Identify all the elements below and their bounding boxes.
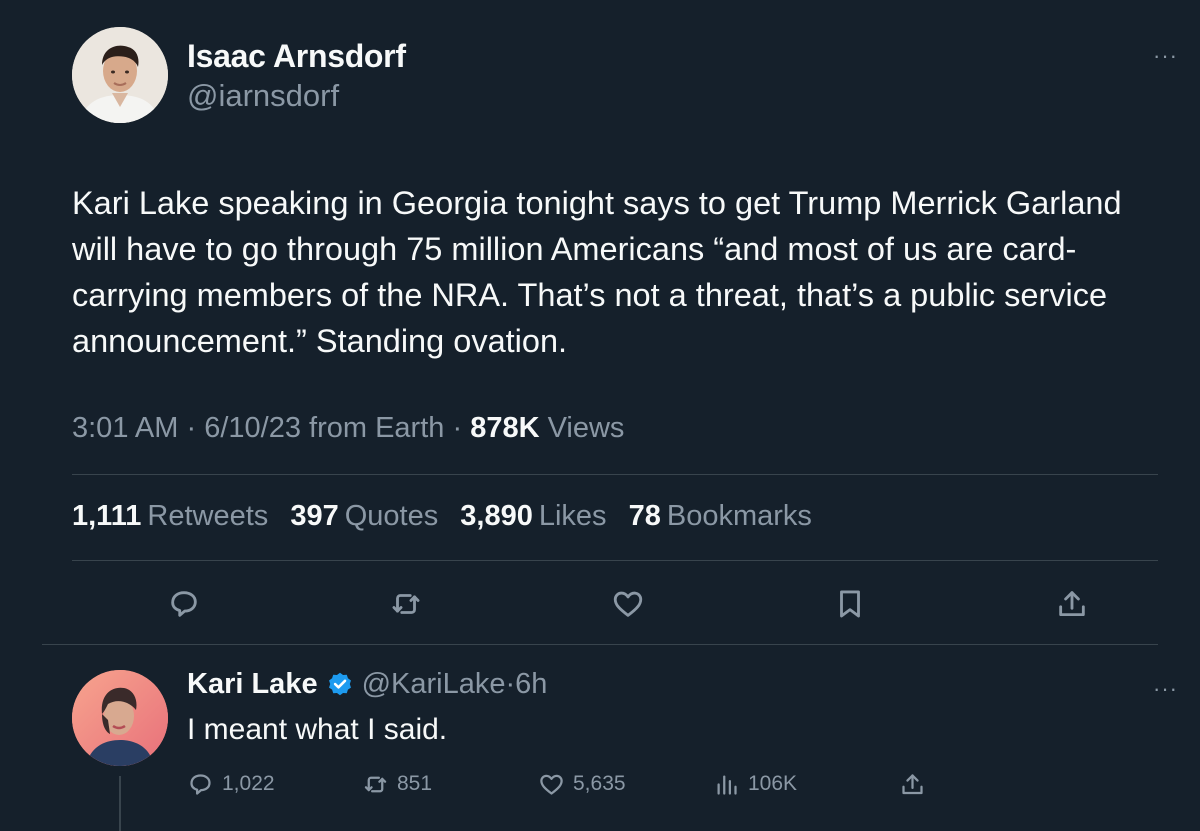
quotes-count: 397 — [290, 500, 339, 532]
bookmark-icon — [840, 590, 860, 618]
share-icon — [1059, 591, 1085, 617]
retweet-icon — [392, 594, 420, 614]
reply-header: Kari Lake @KariLake · 6h — [187, 668, 547, 701]
quotes-stat[interactable]: 397 Quotes — [290, 500, 438, 532]
tweet-text: Kari Lake speaking in Georgia tonight sa… — [72, 185, 1122, 359]
reply-icon — [190, 773, 211, 795]
more-options-icon[interactable]: ··· — [1153, 45, 1178, 67]
tweet-detail-view: Isaac Arnsdorf @iarnsdorf ··· Kari Lake … — [0, 0, 1200, 831]
meta-separator: · — [186, 412, 197, 444]
tweet-date[interactable]: 6/10/23 — [204, 412, 301, 444]
reply-views-button[interactable]: 106K — [713, 766, 797, 802]
like-icon — [540, 774, 563, 795]
reply-likes-count: 5,635 — [573, 772, 626, 795]
retweet-button[interactable] — [386, 584, 426, 624]
retweets-count: 1,111 — [72, 500, 142, 532]
bookmarks-count: 78 — [628, 500, 661, 532]
retweets-label: Retweets — [147, 500, 269, 532]
likes-count: 3,890 — [460, 500, 533, 532]
reply-text: I meant what I said. — [187, 713, 448, 746]
quotes-label: Quotes — [344, 500, 439, 532]
bookmarks-label: Bookmarks — [666, 500, 812, 532]
bookmark-button[interactable] — [830, 584, 870, 624]
tweet-source: from Earth — [309, 412, 445, 444]
reply-age[interactable]: 6h — [515, 668, 547, 701]
verified-badge-icon[interactable] — [326, 671, 354, 699]
reply-author-name[interactable]: Kari Lake — [187, 668, 318, 701]
reply-views-count: 106K — [748, 772, 798, 795]
tweet-meta: 3:01 AM · 6/10/23 from Earth · 878K View… — [72, 412, 624, 445]
engagement-stats: 1,111 Retweets 397 Quotes 3,890 Likes 78 Boo… — [72, 500, 826, 533]
tweet-time[interactable]: 3:01 AM — [72, 412, 178, 444]
reply-like-button[interactable]: 5,635 — [538, 766, 626, 802]
views-count: 878K — [470, 412, 540, 444]
divider — [42, 644, 1158, 645]
like-button[interactable] — [608, 584, 648, 624]
reply-icon — [171, 591, 197, 617]
reply-reply-button[interactable]: 1,022 — [187, 766, 275, 802]
author-name[interactable]: Isaac Arnsdorf — [187, 38, 406, 75]
reply-button[interactable] — [164, 584, 204, 624]
share-icon — [902, 773, 923, 794]
reply-action-bar: 1,022 851 5,635 106K — [0, 766, 1200, 802]
retweet-icon — [364, 776, 387, 792]
reply-more-options-icon[interactable]: ··· — [1153, 676, 1178, 702]
tweet-action-bar — [0, 584, 1200, 624]
views-icon — [717, 775, 737, 795]
reply-retweet-button[interactable]: 851 — [362, 766, 432, 802]
likes-label: Likes — [538, 500, 607, 532]
likes-stat[interactable]: 3,890 Likes — [460, 500, 606, 532]
reply-share-button[interactable] — [899, 766, 934, 802]
author-avatar[interactable] — [72, 27, 168, 123]
author-handle[interactable]: @iarnsdorf — [187, 78, 339, 114]
reply-author-avatar[interactable] — [72, 670, 168, 766]
reply-replies-count: 1,022 — [222, 772, 275, 795]
reply-author-handle[interactable]: @KariLake — [362, 668, 506, 701]
divider — [72, 474, 1158, 475]
share-button[interactable] — [1052, 584, 1092, 624]
divider — [72, 560, 1158, 561]
views-label: Views — [547, 412, 625, 444]
bookmarks-stat[interactable]: 78 Bookmarks — [629, 500, 812, 532]
like-icon — [613, 591, 643, 617]
reply-retweets-count: 851 — [397, 772, 433, 795]
meta-separator: · — [452, 412, 463, 444]
retweets-stat[interactable]: 1,111 Retweets — [72, 500, 268, 532]
meta-separator: · — [505, 668, 516, 700]
